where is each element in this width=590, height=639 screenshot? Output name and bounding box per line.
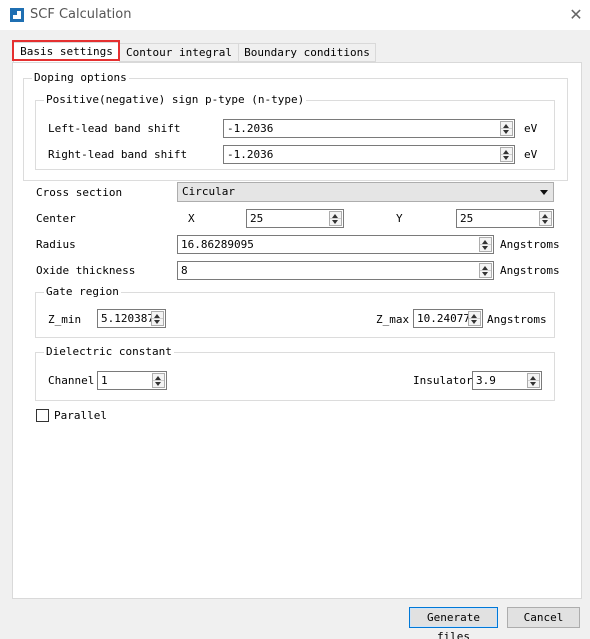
left-lead-label: Left-lead band shift bbox=[48, 122, 181, 135]
channel-value: 1 bbox=[101, 374, 108, 387]
right-lead-value: -1.2036 bbox=[227, 148, 274, 161]
parallel-label: Parallel bbox=[54, 409, 107, 422]
left-lead-input[interactable]: -1.2036 bbox=[223, 119, 515, 138]
left-lead-value: -1.2036 bbox=[227, 122, 274, 135]
channel-input[interactable]: 1 bbox=[97, 371, 167, 390]
left-lead-spinner[interactable] bbox=[500, 121, 513, 136]
radius-unit: Angstroms bbox=[500, 238, 560, 251]
radius-label: Radius bbox=[36, 238, 76, 251]
right-lead-spinner[interactable] bbox=[500, 147, 513, 162]
zmax-value: 10.24077 bbox=[417, 312, 470, 325]
window-title: SCF Calculation bbox=[30, 7, 132, 22]
radius-spinner[interactable] bbox=[479, 237, 492, 252]
insulator-value: 3.9 bbox=[476, 374, 496, 387]
center-y-label: Y bbox=[396, 212, 403, 225]
oxide-thickness-unit: Angstroms bbox=[500, 264, 560, 277]
right-lead-input[interactable]: -1.2036 bbox=[223, 145, 515, 164]
center-label: Center bbox=[36, 212, 76, 225]
gate-region-title: Gate region bbox=[44, 285, 121, 298]
app-icon bbox=[10, 8, 24, 22]
doping-options-title: Doping options bbox=[32, 71, 129, 84]
tab-contour-integral[interactable]: Contour integral bbox=[119, 43, 239, 62]
cancel-button[interactable]: Cancel bbox=[507, 607, 580, 628]
dielectric-title: Dielectric constant bbox=[44, 345, 174, 358]
zmin-spinner[interactable] bbox=[151, 311, 164, 326]
center-x-value: 25 bbox=[250, 212, 264, 225]
sign-subgroup-title: Positive(negative) sign p-type (n-type) bbox=[44, 93, 307, 106]
center-y-value: 25 bbox=[460, 212, 474, 225]
oxide-thickness-value: 8 bbox=[181, 264, 188, 277]
channel-spinner[interactable] bbox=[152, 373, 165, 388]
center-x-label: X bbox=[188, 212, 195, 225]
radius-value: 16.86289095 bbox=[181, 238, 254, 251]
zmin-label: Z_min bbox=[48, 313, 82, 326]
left-lead-unit: eV bbox=[524, 122, 538, 135]
right-lead-unit: eV bbox=[524, 148, 538, 161]
oxide-thickness-input[interactable]: 8 bbox=[177, 261, 494, 280]
zmax-spinner[interactable] bbox=[468, 311, 481, 326]
title-bar: SCF Calculation ✕ bbox=[0, 0, 590, 30]
oxide-thickness-spinner[interactable] bbox=[479, 263, 492, 278]
center-y-input[interactable]: 25 bbox=[456, 209, 554, 228]
cross-section-label: Cross section bbox=[36, 186, 123, 199]
right-lead-label: Right-lead band shift bbox=[48, 148, 188, 161]
center-x-input[interactable]: 25 bbox=[246, 209, 344, 228]
center-x-spinner[interactable] bbox=[329, 211, 342, 226]
channel-label: Channel bbox=[48, 374, 95, 387]
cross-section-select[interactable]: Circular bbox=[177, 182, 554, 202]
tab-highlight-box bbox=[12, 40, 120, 61]
chevron-down-icon bbox=[540, 190, 548, 195]
zmax-input[interactable]: 10.24077 bbox=[413, 309, 483, 328]
oxide-thickness-label: Oxide thickness bbox=[36, 264, 136, 277]
center-y-spinner[interactable] bbox=[539, 211, 552, 226]
parallel-checkbox[interactable] bbox=[36, 409, 49, 422]
insulator-input[interactable]: 3.9 bbox=[472, 371, 542, 390]
generate-files-button[interactable]: Generate files bbox=[409, 607, 498, 639]
zmax-label: Z_max bbox=[376, 313, 410, 326]
zmin-input[interactable]: 5.120387 bbox=[97, 309, 166, 328]
radius-input[interactable]: 16.86289095 bbox=[177, 235, 494, 254]
close-icon[interactable]: ✕ bbox=[566, 5, 586, 25]
zmin-value: 5.120387 bbox=[101, 312, 154, 325]
insulator-label: Insulator bbox=[413, 374, 473, 387]
insulator-spinner[interactable] bbox=[527, 373, 540, 388]
gate-unit: Angstroms bbox=[487, 313, 547, 326]
tab-boundary-conditions[interactable]: Boundary conditions bbox=[238, 43, 376, 62]
cross-section-value: Circular bbox=[182, 185, 235, 198]
basis-settings-panel: Doping options Positive(negative) sign p… bbox=[12, 62, 582, 599]
